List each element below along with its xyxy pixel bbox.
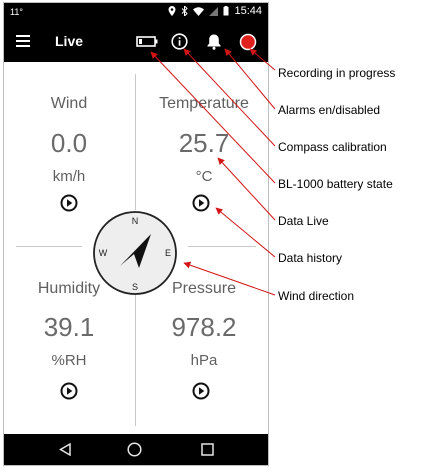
annotation-data-history: Data history (278, 251, 343, 265)
annotation-alarms: Alarms en/disabled (278, 103, 381, 117)
annotation-compass-calibration: Compass calibration (278, 140, 387, 154)
arrow-data-live (217, 157, 276, 221)
annotation-wind-direction: Wind direction (278, 289, 355, 303)
annotation-recording: Recording in progress (278, 66, 396, 80)
arrow-wind-direction (183, 261, 276, 296)
annotation-battery: BL-1000 battery state (278, 177, 393, 191)
annotation-data-live: Data Live (278, 214, 329, 228)
arrow-data-history (215, 207, 276, 258)
arrow-compass-calibration (183, 48, 276, 147)
arrow-recording (249, 48, 276, 71)
arrow-battery (150, 51, 276, 184)
